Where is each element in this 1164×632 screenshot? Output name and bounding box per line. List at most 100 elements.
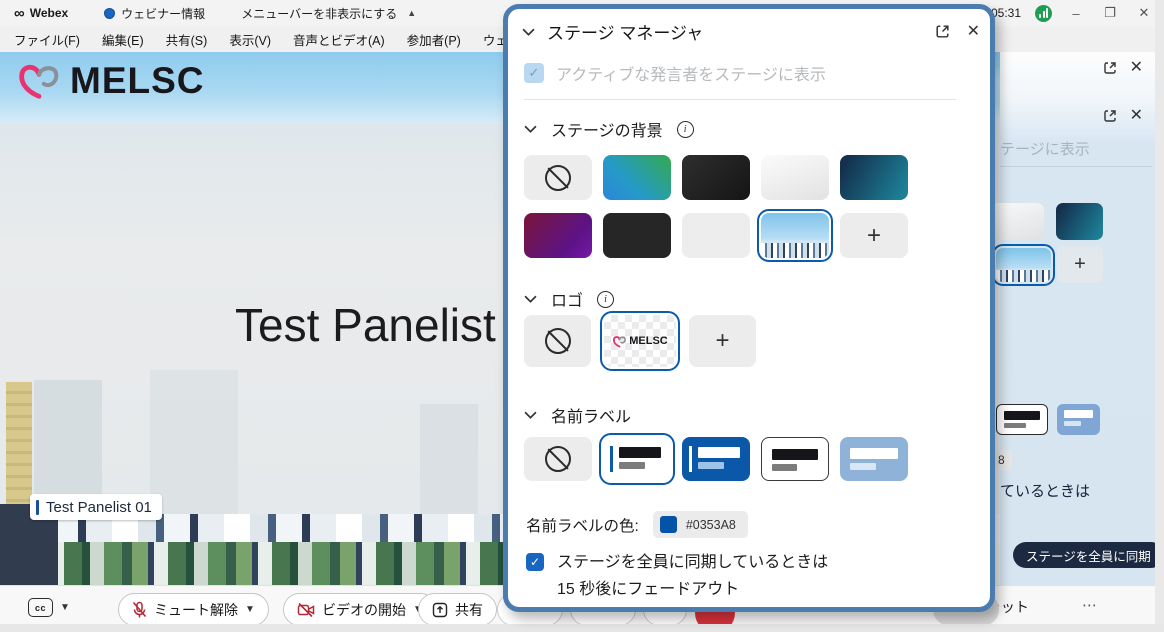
start-video-button[interactable]: ビデオの開始 ▼ xyxy=(283,593,437,626)
mic-muted-icon xyxy=(132,601,147,619)
melsc-heart-icon xyxy=(16,61,62,101)
menu-audio-video[interactable]: 音声とビデオ(A) xyxy=(293,30,385,49)
collapse-chevron-icon[interactable] xyxy=(524,411,537,419)
collapse-chevron-icon[interactable] xyxy=(524,125,537,133)
connection-status-icon[interactable] xyxy=(1035,5,1052,22)
background-thumbnail-green-blue[interactable] xyxy=(603,155,671,200)
close-icon[interactable]: ✕ xyxy=(1130,108,1143,124)
prohibition-icon xyxy=(545,165,571,191)
camera-off-icon xyxy=(297,602,315,618)
menu-file[interactable]: ファイル(F) xyxy=(14,30,80,49)
webinar-info-icon xyxy=(104,8,115,19)
section-logo-header: ロゴ i xyxy=(524,287,614,311)
background-thumbnail-gray[interactable] xyxy=(682,213,750,258)
logo-none-option[interactable] xyxy=(524,315,591,367)
panel-add-background-button[interactable]: + xyxy=(1057,246,1103,283)
add-background-button[interactable]: + xyxy=(840,213,908,258)
section-background-header: ステージの背景 i xyxy=(524,117,694,141)
collapse-chevron-icon[interactable] xyxy=(524,295,537,303)
background-thumbnail-black[interactable] xyxy=(603,213,671,258)
name-label-color-picker[interactable]: #0353A8 xyxy=(653,511,748,538)
panel-name-label-thumbnail[interactable] xyxy=(996,404,1048,435)
panel-background-thumbnail[interactable] xyxy=(1056,203,1103,240)
menu-share[interactable]: 共有(S) xyxy=(166,30,208,49)
add-icon: + xyxy=(1074,253,1086,276)
background-thumbnail-light[interactable] xyxy=(761,155,829,200)
name-label-style-translucent[interactable] xyxy=(840,437,908,481)
popout-icon[interactable] xyxy=(1102,60,1118,76)
stage-name-label: Test Panelist 01 xyxy=(30,494,162,520)
window-close-button[interactable]: ✕ xyxy=(1134,5,1154,21)
panel-background-thumbnail-selected[interactable] xyxy=(996,248,1051,282)
background-none-option[interactable] xyxy=(524,155,592,200)
info-icon[interactable]: i xyxy=(677,121,694,138)
webex-infinity-icon: ∞ xyxy=(14,6,25,21)
prohibition-icon xyxy=(545,446,571,472)
panel-sync-text-partial: ているときは xyxy=(1000,480,1090,501)
popout-icon[interactable] xyxy=(934,23,951,40)
stage-brand-logo: MELSC xyxy=(16,60,205,102)
section-name-label-header: 名前ラベル xyxy=(524,403,631,427)
window-bottom-edge xyxy=(0,624,1164,632)
sync-stage-to-all-button[interactable]: ステージを全員に同期 xyxy=(1013,542,1164,568)
dialog-header: ステージ マネージャ ✕ xyxy=(522,19,980,44)
menu-view[interactable]: 表示(V) xyxy=(229,30,271,49)
name-label-style-outline[interactable] xyxy=(761,437,829,481)
info-icon[interactable]: i xyxy=(597,291,614,308)
sync-fadeout-checkbox-row: ✓ ステージを全員に同期しているときは 15 秒後にフェードアウト xyxy=(526,549,828,603)
share-button[interactable]: 共有 xyxy=(418,593,497,626)
name-label-style-blue-filled[interactable] xyxy=(682,437,750,481)
popout-icon[interactable] xyxy=(1102,108,1118,124)
stage-manager-docked-panel: ✕ ✕ テージに表示 + 8 ているときは ステージを全員に同期 xyxy=(1000,52,1155,585)
dialog-title: ステージ マネージャ xyxy=(547,19,703,44)
background-thumbnail-dark[interactable] xyxy=(682,155,750,200)
background-thumbnail-row-1 xyxy=(524,155,908,200)
active-speaker-checkbox-row: ✓ アクティブな発言者をステージに表示 xyxy=(524,61,826,85)
name-label-none-option[interactable] xyxy=(524,437,592,481)
background-thumbnail-purple[interactable] xyxy=(524,213,592,258)
menu-participants[interactable]: 参加者(P) xyxy=(407,30,461,49)
panel-divider xyxy=(1000,166,1152,167)
dialog-divider xyxy=(524,99,956,100)
chevron-down-icon: ▼ xyxy=(245,604,255,615)
add-logo-button[interactable]: + xyxy=(689,315,756,367)
hide-menubar-button[interactable]: メニューバーを非表示にする ▲ xyxy=(241,5,416,22)
app-name: Webex xyxy=(30,6,68,20)
brand-text: MELSC xyxy=(70,60,205,102)
sync-line1: ステージを全員に同期しているときは xyxy=(557,554,828,571)
background-thumbnail-row-2: + xyxy=(524,213,908,258)
background-thumbnail-city-selected[interactable] xyxy=(761,213,829,258)
close-icon[interactable]: ✕ xyxy=(1130,60,1143,76)
more-options-icon[interactable]: ⋯ xyxy=(1082,596,1099,614)
name-label-style-row xyxy=(524,437,908,481)
add-icon: + xyxy=(715,327,729,355)
sync-fadeout-checkbox-checked[interactable]: ✓ xyxy=(526,553,544,571)
name-label-color-row: 名前ラベルの色: #0353A8 xyxy=(526,511,748,538)
melsc-heart-icon xyxy=(612,335,627,348)
webex-logo: ∞ Webex xyxy=(14,6,68,21)
background-thumbnail-teal[interactable] xyxy=(840,155,908,200)
panel-active-speaker-label-partial: テージに表示 xyxy=(1000,138,1090,159)
name-label-style-left-bar-selected[interactable] xyxy=(603,437,671,481)
skyline-tower xyxy=(420,404,478,520)
panel-name-label-thumbnail[interactable] xyxy=(1057,404,1100,435)
stage-speaker-text: Test Panelist xyxy=(235,298,496,352)
chevron-up-icon: ▲ xyxy=(407,8,416,18)
dialog-close-icon[interactable]: ✕ xyxy=(967,24,980,40)
chevron-down-icon: ▼ xyxy=(60,602,70,613)
panel-color-pill-partial: 8 xyxy=(996,450,1012,470)
collapse-chevron-icon[interactable] xyxy=(522,28,535,36)
logo-thumbnail-melsc-selected[interactable]: MELSC xyxy=(604,315,676,367)
unmute-button[interactable]: ミュート解除 ▼ xyxy=(118,593,269,626)
share-content-icon xyxy=(432,602,448,618)
active-speaker-checkbox-disabled[interactable]: ✓ xyxy=(524,63,544,83)
webinar-info-button[interactable]: ウェビナー情報 xyxy=(104,5,205,22)
menu-edit[interactable]: 編集(E) xyxy=(102,30,144,49)
color-swatch xyxy=(660,516,677,533)
webex-window: ∞ Webex ウェビナー情報 メニューバーを非表示にする ▲ 05:31 – … xyxy=(0,0,1164,632)
captions-button[interactable]: cc ▼ xyxy=(28,598,70,617)
name-label-accent-bar xyxy=(36,500,39,515)
minimize-button[interactable]: – xyxy=(1066,6,1086,21)
add-icon: + xyxy=(867,222,881,250)
restore-button[interactable]: ❐ xyxy=(1100,5,1120,21)
